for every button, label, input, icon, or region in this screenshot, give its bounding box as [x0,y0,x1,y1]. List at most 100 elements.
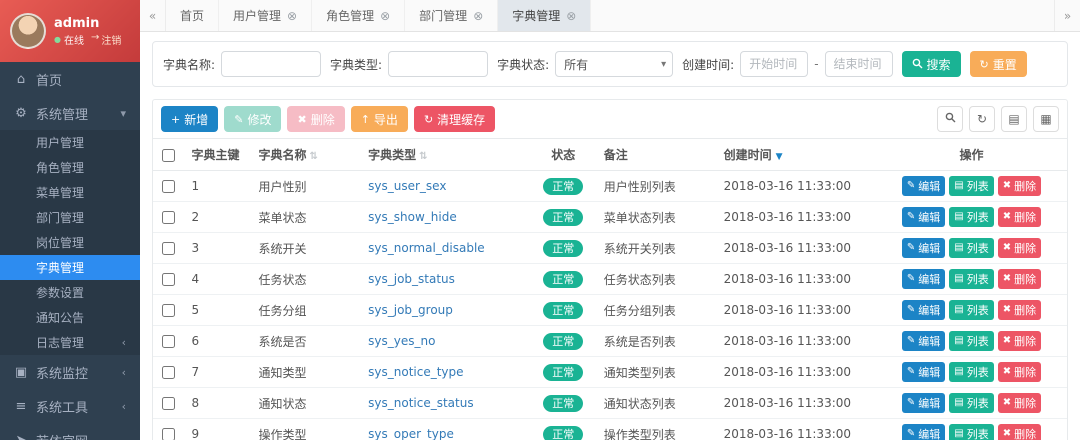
tab-0[interactable]: 首页 [166,0,220,31]
row-delete-button[interactable]: ✖ 删除 [997,269,1042,289]
dict-type-link[interactable]: sys_notice_status [368,396,473,410]
row-list-button[interactable]: ▤ 列表 [949,207,994,227]
user-avatar[interactable] [10,13,46,49]
row-list-button[interactable]: ▤ 列表 [949,176,994,196]
reset-button[interactable]: ↻ 重置 [969,51,1027,77]
row-checkbox[interactable] [161,304,175,317]
row-checkbox[interactable] [161,428,175,440]
row-checkbox[interactable] [161,180,175,193]
row-list-button[interactable]: ▤ 列表 [949,393,994,413]
row-list-button[interactable]: ▤ 列表 [949,424,994,440]
cell-remark: 任务分组列表 [595,294,716,326]
sidebar-item-notice[interactable]: 通知公告 [0,305,140,330]
row-checkbox[interactable] [161,366,175,379]
column-name[interactable]: 字典名称 ⇅ [250,138,361,171]
row-delete-button[interactable]: ✖ 删除 [997,393,1042,413]
logout-link[interactable]: → 注销 [91,32,121,47]
cross-icon: ✖ [1002,366,1012,377]
dict-name-input[interactable] [221,51,322,77]
row-checkbox[interactable] [161,335,175,348]
row-list-button[interactable]: ▤ 列表 [949,300,994,320]
tabs-scroll-left-icon[interactable]: « [140,0,166,31]
sidebar-item-dict-management[interactable]: 字典管理 [0,255,140,280]
row-edit-button[interactable]: ✎ 编辑 [901,393,946,413]
sort-icon[interactable]: ⇅ [419,151,427,162]
select-all-checkbox[interactable] [161,148,175,162]
cross-icon: ✖ [1002,211,1012,222]
column-time[interactable]: 创建时间 ▼ [715,138,877,171]
row-checkbox[interactable] [161,211,175,224]
row-delete-button[interactable]: ✖ 删除 [997,331,1042,351]
row-list-button[interactable]: ▤ 列表 [949,362,994,382]
dict-type-link[interactable]: sys_show_hide [368,210,457,224]
row-list-button[interactable]: ▤ 列表 [949,269,994,289]
row-edit-button[interactable]: ✎ 编辑 [901,238,946,258]
tabs-scroll-right-icon[interactable]: » [1054,0,1080,31]
dict-type-link[interactable]: sys_job_group [368,303,453,317]
row-edit-button[interactable]: ✎ 编辑 [901,176,946,196]
sort-icon[interactable]: ⇅ [309,151,317,162]
tab-1[interactable]: 用户管理 ⊗ [219,0,313,31]
dict-type-input[interactable] [388,51,489,77]
sidebar-item-system-management[interactable]: ⚙ 系统管理 ▾ [0,96,140,130]
sidebar-item-user-management[interactable]: 用户管理 [0,130,140,155]
row-edit-button[interactable]: ✎ 编辑 [901,331,946,351]
clear-cache-button[interactable]: ↻ 清理缓存 [413,106,496,132]
sidebar-item-log-management[interactable]: 日志管理 ‹ [0,330,140,355]
edit-button[interactable]: ✎ 修改 [224,106,282,132]
sidebar-item-menu-management[interactable]: 菜单管理 [0,180,140,205]
cell-type: sys_notice_type [360,356,531,388]
dict-type-link[interactable]: sys_user_sex [368,179,446,193]
tab-4[interactable]: 字典管理 ⊗ [498,0,592,31]
tab-close-icon[interactable]: ⊗ [380,9,390,23]
search-button[interactable]: 搜索 [901,51,961,77]
dict-type-link[interactable]: sys_job_status [368,272,455,286]
sidebar-item-official-site[interactable]: ➤ 若依官网 [0,423,140,440]
row-delete-button[interactable]: ✖ 删除 [997,238,1042,258]
row-delete-button[interactable]: ✖ 删除 [997,362,1042,382]
table-view-toggle-button[interactable]: ▦ [1033,106,1059,132]
pencil-icon: ✎ [906,397,916,408]
sidebar-item-role-management[interactable]: 角色管理 [0,155,140,180]
sidebar-item-system-tools[interactable]: ≡ 系统工具 ‹ [0,389,140,423]
sidebar-item-system-monitor[interactable]: ▣ 系统监控 ‹ [0,355,140,389]
end-time-input[interactable] [824,51,893,77]
row-checkbox[interactable] [161,242,175,255]
delete-button[interactable]: ✖ 删除 [287,106,345,132]
start-time-input[interactable] [740,51,809,77]
row-delete-button[interactable]: ✖ 删除 [997,424,1042,440]
tab-3[interactable]: 部门管理 ⊗ [405,0,499,31]
table-columns-button[interactable]: ▤ [1001,106,1027,132]
row-edit-button[interactable]: ✎ 编辑 [901,269,946,289]
tab-close-icon[interactable]: ⊗ [566,9,576,23]
sidebar-item-post-management[interactable]: 岗位管理 [0,230,140,255]
row-list-button[interactable]: ▤ 列表 [949,238,994,258]
row-edit-button[interactable]: ✎ 编辑 [901,300,946,320]
dict-type-link[interactable]: sys_yes_no [368,334,435,348]
row-edit-button[interactable]: ✎ 编辑 [901,207,946,227]
row-list-button[interactable]: ▤ 列表 [949,331,994,351]
dict-type-link[interactable]: sys_notice_type [368,365,463,379]
dict-status-select[interactable]: 所有 ▾ [555,51,674,77]
row-edit-button[interactable]: ✎ 编辑 [901,424,946,440]
row-delete-button[interactable]: ✖ 删除 [997,300,1042,320]
sidebar-item-home[interactable]: ⌂ 首页 [0,62,140,96]
row-edit-button[interactable]: ✎ 编辑 [901,362,946,382]
dict-type-link[interactable]: sys_normal_disable [368,241,485,255]
row-delete-button[interactable]: ✖ 删除 [997,207,1042,227]
dict-type-link[interactable]: sys_oper_type [368,427,454,440]
add-button[interactable]: + 新增 [161,106,219,132]
table-search-toggle-button[interactable] [937,106,963,132]
column-type[interactable]: 字典类型 ⇅ [360,138,531,171]
tab-close-icon[interactable]: ⊗ [287,9,297,23]
row-checkbox[interactable] [161,273,175,286]
sort-desc-icon[interactable]: ▼ [776,152,783,162]
export-button[interactable]: ↑ 导出 [350,106,408,132]
table-refresh-button[interactable]: ↻ [969,106,995,132]
tab-2[interactable]: 角色管理 ⊗ [312,0,406,31]
sidebar-item-dept-management[interactable]: 部门管理 [0,205,140,230]
row-delete-button[interactable]: ✖ 删除 [997,176,1042,196]
row-checkbox[interactable] [161,397,175,410]
tab-close-icon[interactable]: ⊗ [473,9,483,23]
sidebar-item-param-settings[interactable]: 参数设置 [0,280,140,305]
